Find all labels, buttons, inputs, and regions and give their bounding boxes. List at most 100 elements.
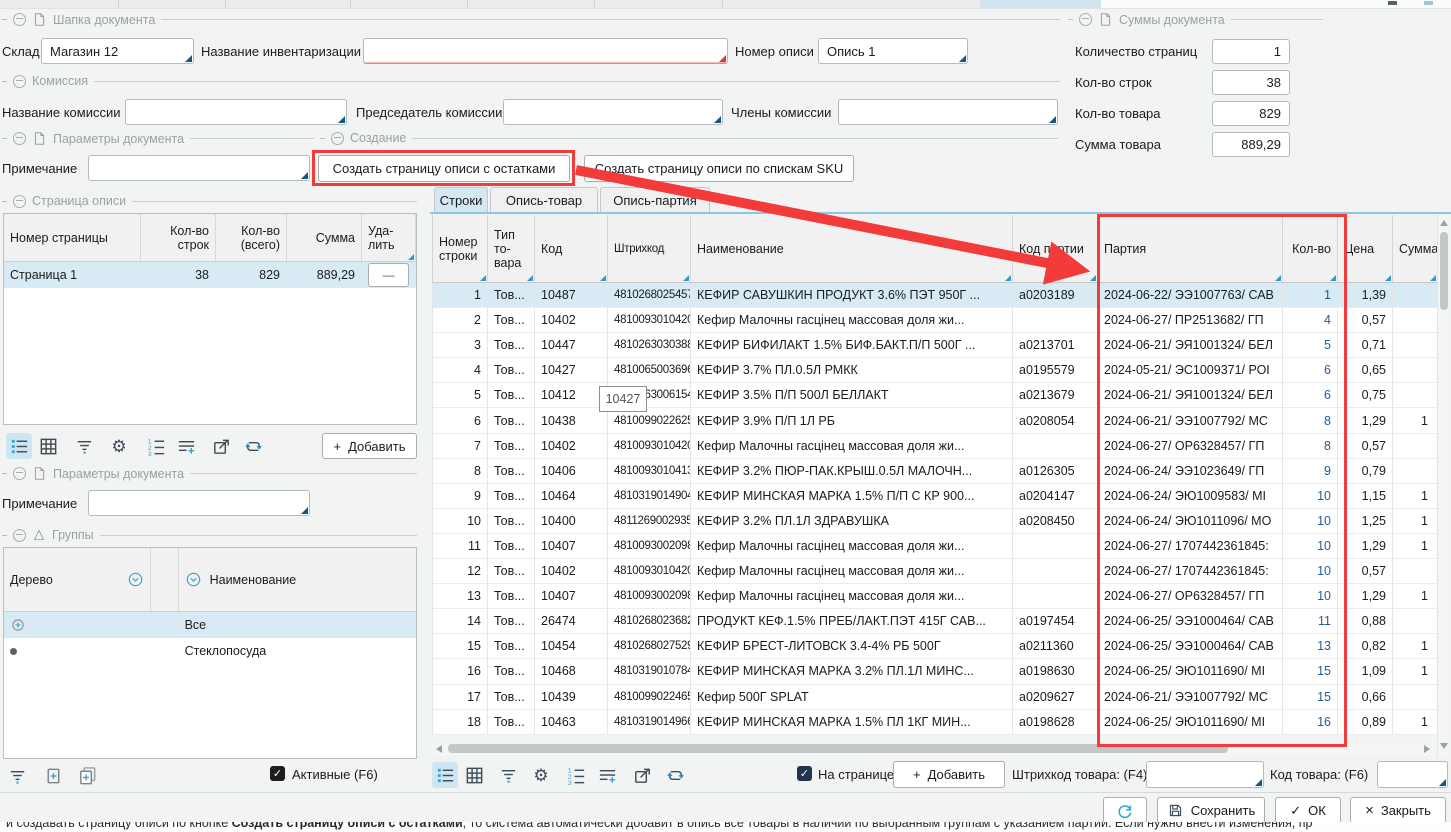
vertical-scrollbar[interactable] bbox=[1437, 215, 1450, 757]
column-header[interactable]: Уда-лить bbox=[362, 214, 416, 261]
inventory-name-input[interactable] bbox=[363, 38, 728, 64]
column-header-tree[interactable]: Дерево bbox=[4, 548, 151, 611]
column-header[interactable]: Номер страницы bbox=[4, 214, 141, 261]
table-row[interactable]: 14Тов...264744810268023682ПРОДУКТ КЕФ.1.… bbox=[433, 609, 1438, 634]
note-input-2[interactable] bbox=[88, 490, 310, 516]
filter-icon[interactable] bbox=[71, 433, 97, 459]
expand-plus-icon[interactable] bbox=[10, 617, 26, 633]
code-input[interactable] bbox=[1377, 761, 1448, 788]
barcode-input[interactable] bbox=[1146, 761, 1264, 788]
refresh-button[interactable] bbox=[1103, 797, 1147, 824]
note-input[interactable] bbox=[88, 155, 310, 181]
table-row[interactable]: 12Тов...104024810093010420Кефир Малочны … bbox=[433, 559, 1438, 584]
vertical-scroll-thumb[interactable] bbox=[1440, 232, 1448, 310]
column-header[interactable]: Кол-во строк bbox=[141, 214, 216, 261]
collapse-icon[interactable] bbox=[13, 75, 26, 88]
grid-view-icon[interactable] bbox=[35, 433, 61, 459]
create-page-with-rests-button[interactable]: Создать страницу описи с остатками bbox=[318, 155, 570, 182]
table-row[interactable]: 11Тов...104074810093002098Кефир Малочны … bbox=[433, 534, 1438, 559]
add-to-list-icon[interactable] bbox=[173, 433, 199, 459]
grid-view-icon[interactable] bbox=[461, 762, 487, 788]
column-header[interactable]: Номер строки bbox=[433, 215, 488, 282]
on-page-checkbox[interactable]: ✓ bbox=[797, 766, 812, 781]
refresh-icon[interactable] bbox=[240, 433, 266, 459]
scroll-right-arrow[interactable] bbox=[1424, 745, 1430, 753]
summary-value[interactable]: 38 bbox=[1212, 70, 1290, 95]
summary-value[interactable]: 829 bbox=[1212, 101, 1290, 126]
gear-icon[interactable]: ⚙ bbox=[106, 433, 132, 459]
ok-button[interactable]: ✓ОК bbox=[1275, 797, 1341, 824]
table-row[interactable]: 5Тов...104124810263006154КЕФИР 3.5% П/П … bbox=[433, 383, 1438, 408]
group-row[interactable]: Все bbox=[4, 612, 416, 638]
list-view-icon[interactable] bbox=[6, 433, 32, 459]
column-header[interactable]: Тип то-вара bbox=[488, 215, 535, 282]
table-row[interactable]: 7Тов...104024810093010420Кефир Малочны г… bbox=[433, 434, 1438, 459]
active-checkbox[interactable]: ✓ bbox=[270, 766, 285, 781]
table-row[interactable]: 8Тов...104064810093010413КЕФИР 3.2% ПЮР-… bbox=[433, 459, 1438, 484]
add-page-button[interactable]: +Добавить bbox=[322, 433, 417, 459]
column-header[interactable]: Код партии bbox=[1013, 215, 1098, 282]
tab-list-goods[interactable]: Опись-товар bbox=[490, 187, 598, 213]
add-page-icon[interactable] bbox=[40, 763, 66, 789]
commission-chair-input[interactable] bbox=[503, 99, 723, 125]
collapse-icon[interactable] bbox=[13, 13, 26, 26]
close-button[interactable]: ×Закрыть bbox=[1350, 797, 1446, 824]
open-external-icon[interactable] bbox=[629, 762, 655, 788]
gear-icon[interactable]: ⚙ bbox=[528, 762, 554, 788]
column-header[interactable]: Код bbox=[535, 215, 608, 282]
column-header[interactable]: Штрихкод bbox=[608, 215, 691, 282]
collapse-icon[interactable] bbox=[13, 195, 26, 208]
table-row[interactable]: 10Тов...104004811269002935КЕФИР 3.2% ПЛ.… bbox=[433, 509, 1438, 534]
delete-page-button[interactable]: — bbox=[368, 263, 409, 287]
table-row[interactable]: 4Тов...104274810065003696КЕФИР 3.7% ПЛ.0… bbox=[433, 358, 1438, 383]
open-external-icon[interactable] bbox=[208, 433, 234, 459]
add-pages-icon[interactable] bbox=[74, 763, 100, 789]
collapse-icon[interactable] bbox=[13, 529, 26, 542]
save-button[interactable]: Сохранить bbox=[1157, 797, 1265, 824]
numbered-list-icon[interactable] bbox=[563, 762, 589, 788]
horizontal-scrollbar[interactable] bbox=[432, 742, 1437, 755]
scroll-down-arrow[interactable] bbox=[1440, 743, 1448, 749]
table-row[interactable]: 17Тов...104394810099022465Кефир 500Г SPL… bbox=[433, 685, 1438, 710]
scroll-up-arrow[interactable] bbox=[1440, 220, 1448, 226]
collapse-icon[interactable] bbox=[13, 132, 26, 145]
filter-icon[interactable] bbox=[495, 762, 521, 788]
summary-value[interactable]: 1 bbox=[1212, 39, 1290, 64]
column-header[interactable]: Сумма bbox=[1393, 215, 1438, 282]
table-row[interactable]: 1Тов...104874810268025457КЕФИР САВУШКИН … bbox=[433, 283, 1438, 308]
table-row[interactable]: 2Тов...104024810093010420Кефир Малочны г… bbox=[433, 308, 1438, 333]
add-to-list-icon[interactable] bbox=[594, 762, 620, 788]
commission-members-input[interactable] bbox=[838, 99, 1058, 125]
column-header[interactable]: Наименование bbox=[691, 215, 1013, 282]
chevron-down-circle-icon[interactable] bbox=[127, 571, 144, 588]
table-row[interactable]: 6Тов...104384810099022625КЕФИР 3.9% П/П … bbox=[433, 408, 1438, 433]
summary-value[interactable]: 889,29 bbox=[1212, 132, 1290, 157]
column-header[interactable]: Кол-во (всего) bbox=[216, 214, 287, 261]
table-row[interactable]: 18Тов...104634810319014966КЕФИР МИНСКАЯ … bbox=[433, 710, 1438, 735]
create-page-by-sku-button[interactable]: Создать страницу описи по спискам SKU bbox=[584, 155, 854, 182]
scroll-left-arrow[interactable] bbox=[436, 745, 442, 753]
warehouse-input[interactable]: Магазин 12 bbox=[41, 38, 194, 64]
tab-list-parties[interactable]: Опись-партия bbox=[600, 187, 710, 213]
list-view-icon[interactable] bbox=[432, 762, 458, 788]
refresh-icon[interactable] bbox=[662, 762, 688, 788]
table-row[interactable]: 13Тов...104074810093002098Кефир Малочны … bbox=[433, 584, 1438, 609]
column-header[interactable]: Сумма bbox=[287, 214, 362, 261]
list-number-input[interactable]: Опись 1 bbox=[818, 38, 968, 64]
horizontal-scroll-thumb[interactable] bbox=[448, 744, 1228, 753]
table-row[interactable]: Страница 1 38 829 889,29 — bbox=[4, 262, 416, 288]
column-header-name[interactable]: Наименование bbox=[179, 548, 416, 611]
table-row[interactable]: 3Тов...104474810263030388КЕФИР БИФИЛАКТ … bbox=[433, 333, 1438, 358]
table-row[interactable]: 16Тов...104684810319010784КЕФИР МИНСКАЯ … bbox=[433, 659, 1438, 684]
table-row[interactable]: 15Тов...104544810268027529КЕФИР БРЕСТ-ЛИ… bbox=[433, 634, 1438, 659]
group-row[interactable]: Стеклопосуда bbox=[4, 638, 416, 664]
filter-icon[interactable] bbox=[4, 763, 30, 789]
tab-rows[interactable]: Строки bbox=[434, 187, 488, 213]
collapse-icon[interactable] bbox=[1079, 13, 1092, 26]
column-header[interactable]: Цена bbox=[1338, 215, 1393, 282]
numbered-list-icon[interactable] bbox=[143, 433, 169, 459]
collapse-icon[interactable] bbox=[13, 467, 26, 480]
collapse-icon[interactable] bbox=[331, 132, 344, 145]
add-row-button[interactable]: +Добавить bbox=[893, 761, 1005, 788]
chevron-down-circle-icon[interactable] bbox=[185, 571, 202, 588]
